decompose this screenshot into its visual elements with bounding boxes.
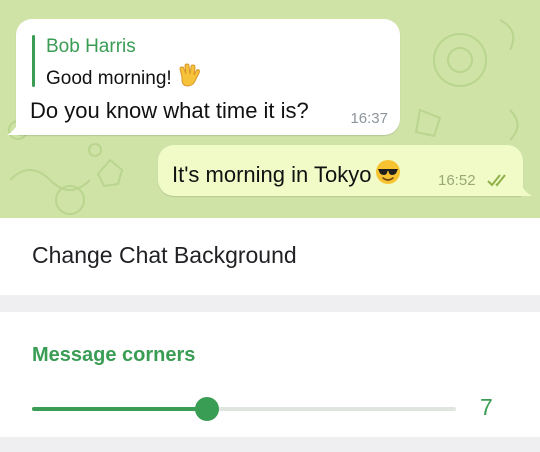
change-chat-background-label: Change Chat Background <box>32 242 297 268</box>
outgoing-message-label: It's morning in Tokyo <box>172 162 372 187</box>
incoming-message-time: 16:37 <box>350 110 388 127</box>
slider-thumb[interactable] <box>195 397 219 421</box>
message-corners-value: 7 <box>480 394 493 420</box>
waving-hand-icon <box>179 63 200 87</box>
sunglasses-face-icon <box>376 160 401 184</box>
message-corners-slider[interactable] <box>32 397 456 421</box>
reply-quote-text: Good morning! <box>46 63 202 90</box>
outgoing-message-bubble: It's morning in Tokyo 16:52 <box>158 145 532 196</box>
change-chat-background-row[interactable]: Change Chat Background <box>0 218 540 295</box>
chat-background-preview: Bob Harris Good morning! Do you know wha… <box>0 0 540 218</box>
reply-sender-name: Bob Harris <box>46 36 136 57</box>
reply-quote-label: Good morning! <box>46 68 172 89</box>
message-corners-section: Message corners 7 <box>0 312 540 437</box>
double-check-icon <box>487 174 506 187</box>
incoming-message-bubble: Bob Harris Good morning! Do you know wha… <box>7 19 400 135</box>
reply-quote-bar <box>32 35 35 87</box>
slider-fill <box>32 407 207 411</box>
outgoing-message-time: 16:52 <box>438 172 476 189</box>
section-divider <box>0 437 540 452</box>
bubble-tail <box>7 121 19 135</box>
outgoing-message-text: It's morning in Tokyo <box>172 159 401 188</box>
incoming-message-text: Do you know what time it is? <box>30 98 309 123</box>
message-corners-title: Message corners <box>32 344 196 366</box>
bubble-tail <box>520 182 532 196</box>
